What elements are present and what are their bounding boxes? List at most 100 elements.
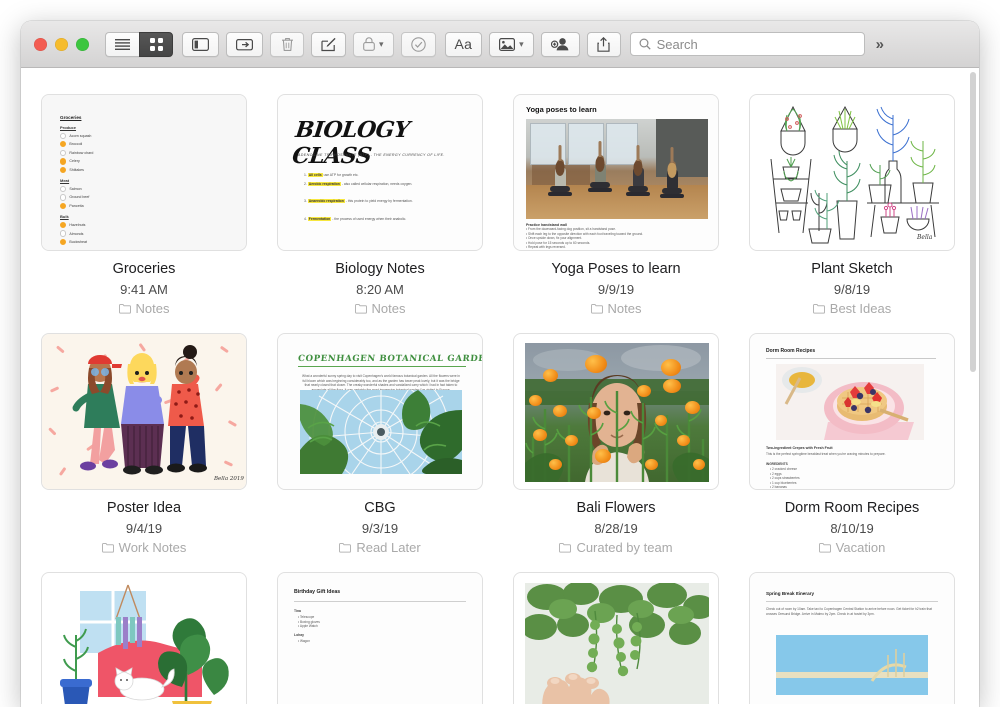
checklist-item[interactable]: Salmon — [60, 185, 93, 193]
list-view-button[interactable] — [105, 31, 139, 57]
delete-note-button[interactable] — [270, 31, 304, 57]
checkbox-icon[interactable] — [60, 141, 67, 148]
note-meta: Poster Idea 9/4/19 Work Notes — [41, 490, 247, 556]
biology-line: 4. Fermentation - the process of used en… — [304, 217, 460, 221]
media-button[interactable]: ▾ — [489, 31, 534, 57]
note-card[interactable]: Bella 2019 Poster Idea 9/4/19 Work Notes — [41, 333, 247, 556]
dorm-heading: Dorm Room Recipes — [766, 348, 816, 354]
notes-gallery-scrollarea[interactable]: Groceries Produce Acorn squash Broccoli … — [21, 68, 979, 707]
note-thumbnail[interactable] — [513, 333, 719, 490]
folder-icon — [818, 543, 831, 553]
room-illustration — [54, 583, 236, 707]
compose-note-button[interactable] — [311, 31, 346, 57]
checkbox-icon[interactable] — [60, 132, 67, 139]
checklist-item[interactable]: Hazelnuts — [60, 221, 93, 229]
biology-line-rest: use ATP for growth etc. — [323, 173, 359, 177]
biology-line-number: 4. — [304, 217, 307, 221]
note-thumbnail[interactable]: BIOLOGY CLASS ADENOSINE TRIPHOSPHATE (AT… — [277, 94, 483, 251]
note-thumbnail[interactable]: Spring Break Itinerary Check out of room… — [749, 572, 955, 707]
search-field[interactable]: Search — [629, 32, 865, 56]
note-thumbnail[interactable]: Groceries Produce Acorn squash Broccoli … — [41, 94, 247, 251]
succulent-photo — [525, 583, 709, 707]
note-card[interactable]: Yoga poses to learn Practice handstand w… — [513, 94, 719, 317]
note-card[interactable]: Groceries Produce Acorn squash Broccoli … — [41, 94, 247, 317]
add-people-button[interactable] — [540, 31, 580, 57]
note-date: 9:41 AM — [120, 282, 168, 297]
new-folder-button[interactable] — [226, 31, 263, 57]
vertical-scrollbar[interactable] — [970, 72, 976, 372]
note-card[interactable]: Birthday Gift Ideas Tina • Telescope • Bo… — [277, 572, 483, 707]
note-title: Bali Flowers — [576, 500, 656, 516]
folder-icon — [339, 543, 352, 553]
chevron-down-icon: ▾ — [379, 38, 384, 49]
checkbox-icon[interactable] — [60, 158, 67, 165]
checklist-item[interactable]: Pancetta — [60, 202, 93, 210]
note-card[interactable] — [41, 572, 247, 707]
checklist-item[interactable]: Broccoli — [60, 141, 93, 148]
checklist-item[interactable]: Acorn squash — [60, 132, 93, 139]
close-button[interactable] — [34, 37, 47, 51]
notes-window: ▾ Aa ▾ Search » Groceries Produce Acorn … — [21, 21, 979, 707]
yoga-heading: Yoga poses to learn — [526, 105, 597, 114]
zoom-button[interactable] — [76, 37, 89, 51]
checklist-item[interactable]: Shiitakes — [60, 166, 93, 174]
lock-note-button[interactable]: ▾ — [353, 31, 394, 57]
checklist-button[interactable] — [400, 31, 436, 57]
checkbox-icon[interactable] — [60, 166, 67, 174]
checklist-item[interactable]: Ground beef — [60, 194, 93, 201]
note-thumbnail[interactable]: COPENHAGEN BOTANICAL GARDEN What a wonde… — [277, 333, 483, 490]
sidebar-toggle-button[interactable] — [182, 31, 219, 57]
cbg-photo — [300, 390, 462, 474]
note-card[interactable]: Bali Flowers 8/28/19 Curated by team — [513, 333, 719, 556]
checkbox-icon[interactable] — [60, 221, 67, 229]
share-button[interactable] — [586, 31, 621, 57]
checkbox-icon[interactable] — [60, 185, 67, 193]
checkbox-icon[interactable] — [60, 194, 67, 201]
note-card[interactable] — [513, 572, 719, 707]
checkbox-icon[interactable] — [60, 238, 67, 246]
note-thumbnail[interactable]: Bella — [749, 94, 955, 251]
note-folder: Read Later — [277, 540, 483, 556]
note-thumbnail[interactable] — [41, 572, 247, 707]
note-card[interactable]: Bella Plant Sketch 9/8/19 Best Ideas — [749, 94, 955, 317]
minimize-button[interactable] — [55, 37, 68, 51]
note-card[interactable]: BIOLOGY CLASS ADENOSINE TRIPHOSPHATE (AT… — [277, 94, 483, 317]
checklist-item-label: Shiitakes — [69, 168, 84, 172]
biology-line-number: 2. — [304, 182, 307, 186]
gallery-view-button[interactable] — [139, 31, 173, 57]
format-button[interactable]: Aa — [444, 31, 483, 57]
checklist-item[interactable]: Buckwheat — [60, 238, 93, 246]
note-thumbnail[interactable]: Yoga poses to learn Practice handstand w… — [513, 94, 719, 251]
note-date: 9/8/19 — [833, 282, 871, 297]
toolbar-overflow-button[interactable]: » — [876, 36, 884, 53]
note-date: 8:20 AM — [356, 282, 404, 297]
note-folder: Notes — [513, 301, 719, 317]
checklist-item-label: Rainbow chard — [69, 150, 94, 155]
note-thumbnail[interactable]: Birthday Gift Ideas Tina • Telescope • Bo… — [277, 572, 483, 707]
note-date: 9/3/19 — [361, 521, 399, 536]
format-label: Aa — [454, 36, 473, 52]
checklist-item-label: Buckwheat — [69, 240, 87, 245]
checkbox-icon[interactable] — [60, 202, 67, 210]
note-thumbnail[interactable]: Bella 2019 — [41, 333, 247, 490]
dorm-recipe-photo — [776, 364, 924, 440]
note-title: Biology Notes — [335, 261, 425, 277]
checklist-item[interactable]: Almonds — [60, 230, 93, 237]
grid-icon — [149, 37, 163, 51]
checklist-item[interactable]: Celery — [60, 158, 93, 165]
checkbox-icon[interactable] — [60, 230, 67, 237]
note-thumbnail[interactable] — [513, 572, 719, 707]
note-card[interactable]: Dorm Room Recipes Two-ingredient Crepes … — [749, 333, 955, 556]
checkbox-icon[interactable] — [60, 149, 67, 157]
note-card[interactable]: COPENHAGEN BOTANICAL GARDEN What a wonde… — [277, 333, 483, 556]
svg-text:Bella: Bella — [916, 234, 933, 241]
note-title: Plant Sketch — [811, 261, 893, 277]
note-card[interactable]: Spring Break Itinerary Check out of room… — [749, 572, 955, 707]
folder-icon — [354, 304, 367, 314]
note-folder: Vacation — [749, 540, 955, 556]
folder-icon — [559, 543, 572, 553]
note-date: 9/9/19 — [597, 282, 635, 297]
note-date: 8/28/19 — [594, 521, 638, 536]
checklist-item[interactable]: Rainbow chard — [60, 149, 94, 157]
note-thumbnail[interactable]: Dorm Room Recipes Two-ingredient Crepes … — [749, 333, 955, 490]
